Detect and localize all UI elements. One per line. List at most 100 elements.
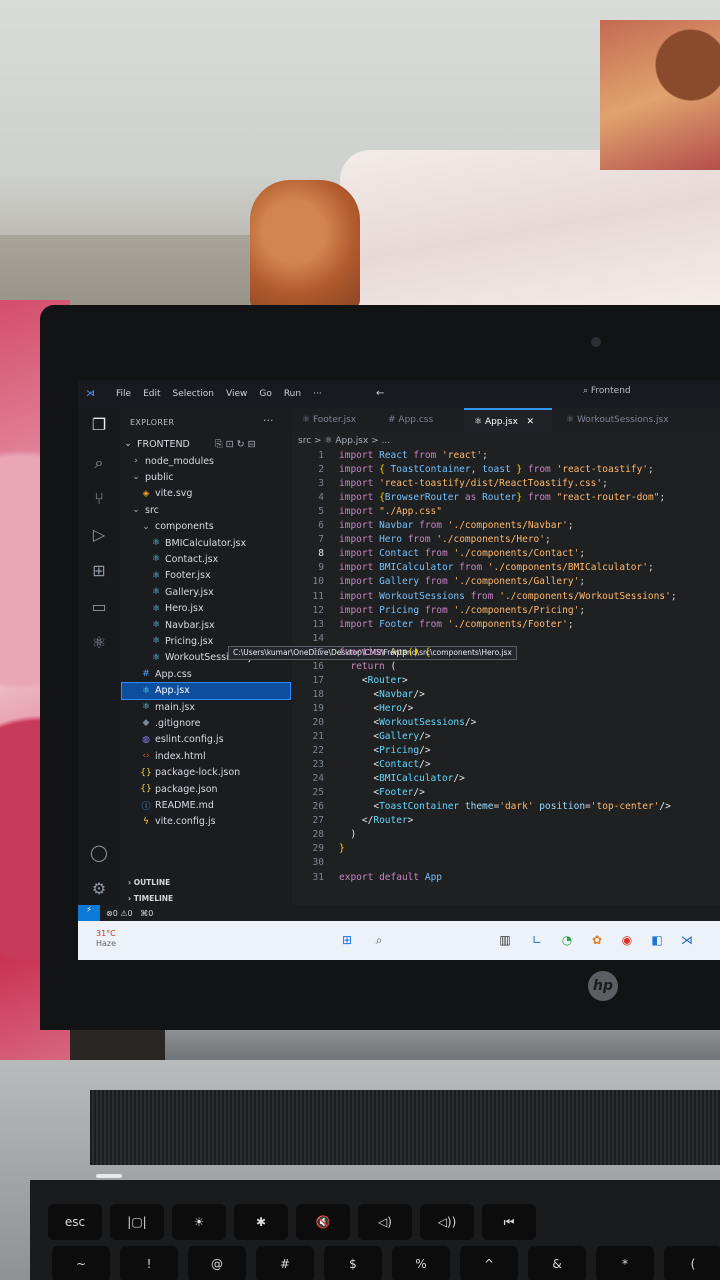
problems-count[interactable]: ⊗0 ⚠0 [106,909,133,918]
code-editor[interactable]: 1 import React from 'react'; 2 import { Toa… [292,450,720,910]
tree-item[interactable]: ⚛ Footer.jsx [150,568,211,584]
tree-item[interactable]: ϟ vite.config.js [140,814,216,830]
collapse-icon[interactable]: ⊟ [248,439,256,450]
outline-section[interactable]: › OUTLINE [128,878,170,887]
react-icon[interactable]: ⚛ [88,632,110,654]
keyboard-key[interactable]: @ [188,1246,246,1280]
code-line[interactable]: import "./App.css" [339,506,442,517]
tree-item[interactable]: ⚛ main.jsx [140,699,195,715]
command-center-search[interactable]: ⌕ Frontend [583,386,631,396]
tree-item[interactable]: ⚛ Contact.jsx [150,551,218,567]
code-line[interactable]: import 'react-toastify/dist/ReactToastif… [339,478,608,489]
code-line[interactable]: <ToastContainer theme='dark' position='t… [339,801,671,812]
menu-view[interactable]: View [226,389,247,399]
tree-item[interactable]: ⌄ src [130,502,159,518]
tree-item[interactable]: ◍ eslint.config.js [140,732,223,748]
code-line[interactable]: export default App [339,872,442,883]
tree-item[interactable]: ⚛ Gallery.jsx [150,584,214,600]
keyboard-key[interactable]: ⏮ [482,1204,536,1240]
tree-item[interactable]: {} package.json [140,781,217,797]
outlook-icon[interactable]: ◧ [648,931,666,949]
source-control-icon[interactable]: ⑂ [88,488,110,510]
tab-app-jsx[interactable]: ⚛ App.jsx ✕ [464,408,552,432]
keyboard-key[interactable]: ( [664,1246,720,1280]
code-line[interactable]: import Contact from './components/Contac… [339,548,585,559]
tree-item[interactable]: {} package-lock.json [140,765,240,781]
code-line[interactable]: import BMICalculator from './components/… [339,562,654,573]
code-line[interactable]: <Hero/> [339,703,413,714]
tab-workoutsessions[interactable]: ⚛ WorkoutSessions.jsx [556,408,669,432]
keyboard-key[interactable]: % [392,1246,450,1280]
keyboard-key[interactable]: ✱ [234,1204,288,1240]
tree-item[interactable]: ⚛ Pricing.jsx [150,633,213,649]
code-line[interactable]: import Pricing from './components/Pricin… [339,605,585,616]
keyboard-key[interactable]: 🔇 [296,1204,350,1240]
root-folder[interactable]: ⌄ FRONTEND [122,436,190,452]
code-line[interactable]: <Footer/> [339,787,425,798]
back-arrow-icon[interactable]: ← [376,388,384,399]
tree-item[interactable]: ⚛ App.jsx [121,681,291,700]
tree-item[interactable]: ⚛ Hero.jsx [150,601,204,617]
tree-item[interactable]: › node_modules [130,453,214,469]
tree-item[interactable]: ⓘ README.md [140,797,213,813]
keyboard-key[interactable]: ☀ [172,1204,226,1240]
tree-item[interactable]: ⌄ components [140,519,213,535]
keyboard-key[interactable]: ^ [460,1246,518,1280]
code-line[interactable]: import {BrowserRouter as Router} from "r… [339,492,665,503]
tab-footer[interactable]: ⚛ Footer.jsx [292,408,356,432]
code-line[interactable]: import { ToastContainer, toast } from 'r… [339,464,654,475]
code-line[interactable]: <Gallery/> [339,731,430,742]
extensions-icon[interactable]: ⊞ [88,560,110,582]
new-file-icon[interactable]: ⎘ [215,439,223,450]
account-icon[interactable]: ◯ [88,842,110,864]
menu-more[interactable]: ··· [313,389,322,399]
code-line[interactable]: import WorkoutSessions from './component… [339,591,677,602]
ports-count[interactable]: ⌘0 [140,909,153,918]
keyboard-key[interactable]: ◁) [358,1204,412,1240]
keyboard-key[interactable]: ◁)) [420,1204,474,1240]
vscode-taskbar-icon[interactable]: ⋊ [678,931,696,949]
search-icon[interactable]: ⌕ [370,931,388,949]
code-line[interactable]: <BMICalculator/> [339,773,465,784]
keyboard-key[interactable]: ! [120,1246,178,1280]
store-icon[interactable]: ✿ [588,931,606,949]
refresh-icon[interactable]: ↻ [237,439,245,450]
chrome-icon[interactable]: ◉ [618,931,636,949]
tree-item[interactable]: ⚛ BMICalculator.jsx [150,535,246,551]
tree-item[interactable]: ‹› index.html [140,748,205,764]
code-line[interactable]: return ( [339,661,396,672]
menu-go[interactable]: Go [259,389,271,399]
code-line[interactable]: import React from 'react'; [339,450,488,461]
keyboard-key[interactable]: ~ [52,1246,110,1280]
explorer-more-icon[interactable]: ··· [263,414,274,427]
menu-run[interactable]: Run [284,389,301,399]
tree-item[interactable]: ⚛ Navbar.jsx [150,617,215,633]
explorer-icon[interactable]: ❐ [88,414,110,436]
code-line[interactable]: </Router> [339,815,414,826]
new-folder-icon[interactable]: ⊡ [226,439,234,450]
code-line[interactable]: import Gallery from './components/Galler… [339,576,585,587]
code-line[interactable]: ) [339,829,356,840]
menu-file[interactable]: File [116,389,131,399]
keyboard-key[interactable]: esc [48,1204,102,1240]
code-line[interactable]: } [339,843,345,854]
windows-start-icon[interactable]: ⊞ [338,931,356,949]
task-view-icon[interactable]: ▥ [496,931,514,949]
keyboard-key[interactable]: |▢| [110,1204,164,1240]
code-line[interactable]: <Navbar/> [339,689,425,700]
code-line[interactable]: import Footer from './components/Footer'… [339,619,574,630]
keyboard-key[interactable]: $ [324,1246,382,1280]
tree-item[interactable]: # App.css [140,666,191,682]
tree-item[interactable]: ◆ .gitignore [140,715,201,731]
code-line[interactable]: import Navbar from './components/Navbar'… [339,520,574,531]
menu-edit[interactable]: Edit [143,389,160,399]
tab-app-css[interactable]: # App.css [378,408,433,432]
breadcrumb[interactable]: src > ⚛ App.jsx > ... [298,436,390,446]
run-debug-icon[interactable]: ▷ [88,524,110,546]
weather-widget[interactable]: 31°C Haze [96,929,116,949]
code-line[interactable]: import Hero from './components/Hero'; [339,534,551,545]
keyboard-key[interactable]: & [528,1246,586,1280]
close-icon[interactable]: ✕ [527,417,535,427]
code-line[interactable]: function App() { [339,647,431,658]
keyboard-key[interactable]: # [256,1246,314,1280]
